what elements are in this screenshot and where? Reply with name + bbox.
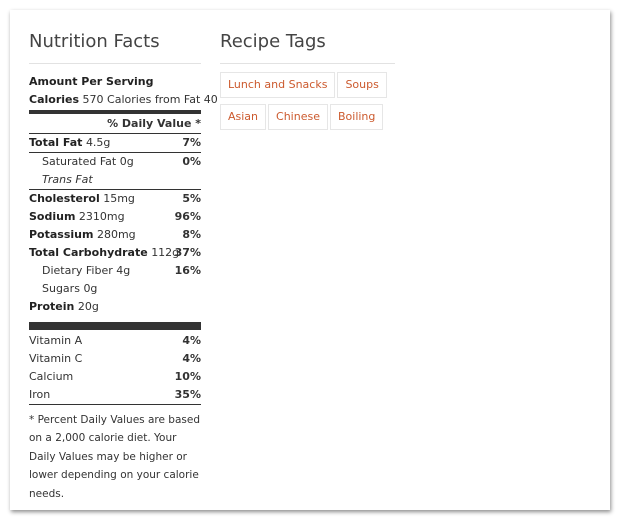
nutrient-row-trans-fat: Trans Fat: [29, 171, 201, 190]
nutrition-label: Amount Per Serving Calories 570 Calories…: [29, 73, 218, 503]
tag-list: Lunch and Snacks Soups Asian Chinese Boilin…: [220, 72, 395, 136]
nutrient-row-total-carbohydrate: Total Carbohydrate 112g 37%: [29, 246, 201, 259]
nutrient-row-sugars: Sugars 0g: [42, 282, 98, 295]
nutrient-row-dietary-fiber: Dietary Fiber 4g 16%: [42, 264, 201, 277]
nutrient-row-sodium: Sodium 2310mg 96%: [29, 210, 201, 223]
calories-row: Calories 570 Calories from Fat 40: [29, 93, 218, 106]
vitamin-row-calcium: Calcium 10%: [29, 370, 201, 383]
divider-thick: [29, 110, 201, 114]
amount-per-serving: Amount Per Serving: [29, 75, 154, 88]
nutrition-card: Nutrition Facts Amount Per Serving Calor…: [10, 10, 610, 510]
nutrient-row-cholesterol: Cholesterol 15mg 5%: [29, 192, 201, 205]
nutrition-facts-panel: Nutrition Facts Amount Per Serving Calor…: [29, 10, 218, 503]
nutrient-row-saturated-fat: Saturated Fat 0g 0%: [42, 155, 201, 168]
daily-value-header: % Daily Value *: [29, 115, 201, 134]
tag-asian[interactable]: Asian: [220, 104, 267, 130]
tag-lunch-and-snacks[interactable]: Lunch and Snacks: [220, 72, 336, 98]
divider-heavy: [29, 322, 201, 330]
tag-soups[interactable]: Soups: [337, 72, 387, 98]
recipe-tags-title: Recipe Tags: [220, 10, 395, 64]
tag-chinese[interactable]: Chinese: [268, 104, 328, 130]
vitamin-row-c: Vitamin C 4%: [29, 352, 201, 365]
daily-value-footnote: * Percent Daily Values are based on a 2,…: [29, 414, 200, 500]
vitamin-row-a: Vitamin A 4%: [29, 334, 201, 347]
nutrition-facts-title: Nutrition Facts: [29, 10, 201, 64]
nutrient-row-total-fat: Total Fat 4.5g 7%: [29, 134, 201, 153]
tag-boiling[interactable]: Boiling: [329, 104, 384, 130]
nutrient-row-protein: Protein 20g: [29, 300, 99, 313]
recipe-tags-panel: Recipe Tags Lunch and Snacks Soups Asian C…: [220, 10, 395, 136]
nutrient-row-potassium: Potassium 280mg 8%: [29, 228, 201, 241]
vitamin-row-iron: Iron 35%: [29, 386, 201, 405]
